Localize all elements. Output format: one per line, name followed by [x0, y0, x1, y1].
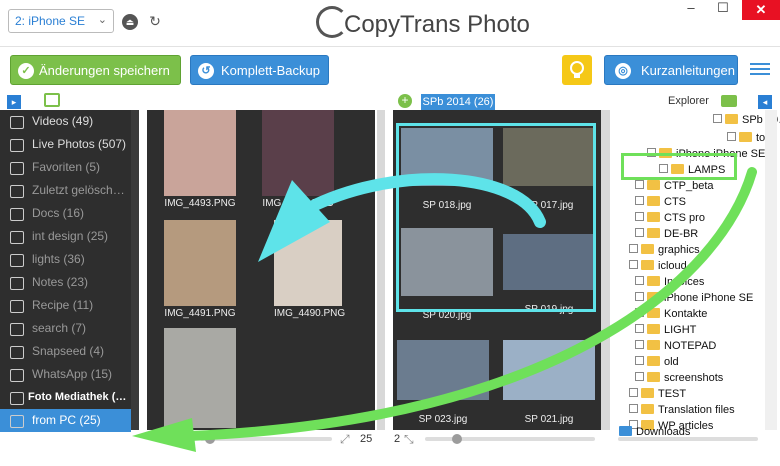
cyan-arrow-head — [258, 180, 330, 262]
green-arrow — [185, 167, 757, 441]
cyan-arrow — [309, 173, 546, 228]
annotation-arrows — [132, 167, 757, 452]
green-arrow-head — [132, 418, 196, 452]
